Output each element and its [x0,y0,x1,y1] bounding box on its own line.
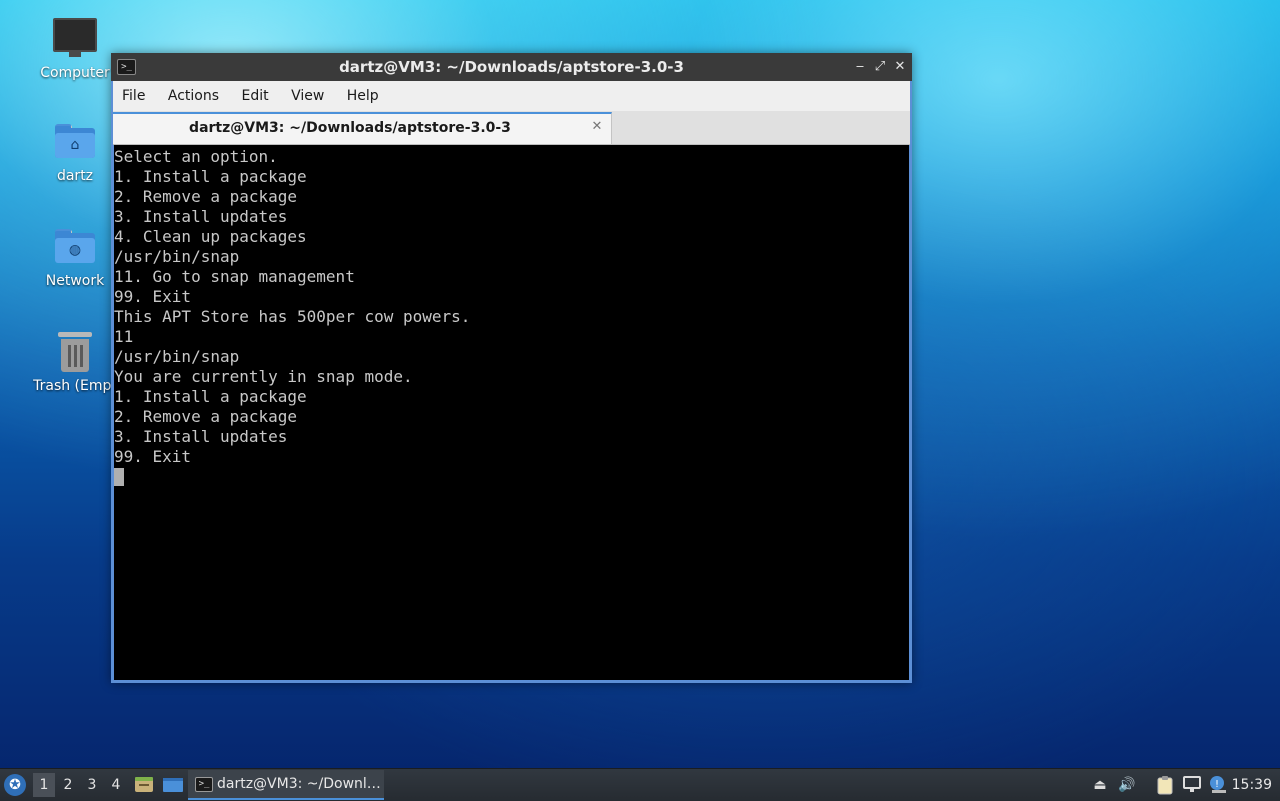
tab-close-icon[interactable]: ✕ [589,119,605,135]
terminal-line: This APT Store has 500per cow powers. [114,307,471,326]
desktop-icon-label: dartz [56,168,94,184]
terminal-window: >_ dartz@VM3: ~/Downloads/aptstore-3.0-3… [111,53,912,683]
minimize-button[interactable]: ‒ [852,59,868,75]
menu-view[interactable]: View [282,81,333,111]
terminal-line: 11. Go to snap management [114,267,355,286]
network-icon[interactable] [1182,775,1202,795]
update-notifier-icon[interactable]: ! [1208,775,1228,795]
desktop-icon-dartz[interactable]: ⌂ dartz [27,124,123,184]
workspace-3[interactable]: 3 [81,773,103,797]
terminal-task-icon: >_ [195,777,213,792]
workspace-4[interactable]: 4 [105,773,127,797]
desktop-icon-label: Trash (Empt [33,378,117,394]
clock[interactable]: 15:39 [1232,769,1272,801]
window-titlebar[interactable]: >_ dartz@VM3: ~/Downloads/aptstore-3.0-3… [111,53,912,81]
lubuntu-logo-icon[interactable]: ✪ [4,774,26,796]
volume-icon[interactable]: 🔊 [1117,775,1137,795]
terminal-line: 1. Install a package [114,167,307,186]
terminal-line: 4. Clean up packages [114,227,307,246]
workspace-1[interactable]: 1 [33,773,55,797]
eject-icon[interactable]: ⏏ [1090,775,1110,795]
terminal-line: 3. Install updates [114,427,288,446]
window-title: dartz@VM3: ~/Downloads/aptstore-3.0-3 [339,58,684,76]
terminal-line: 99. Exit [114,447,192,466]
maximize-button[interactable]: ⤢ [872,59,888,75]
desktop-icon-trash[interactable]: Trash (Empt [27,332,123,394]
menu-edit[interactable]: Edit [232,81,277,111]
file-manager-launcher-icon[interactable] [134,775,154,795]
terminal-tab[interactable]: dartz@VM3: ~/Downloads/aptstore-3.0-3 ✕ [113,112,612,144]
menu-bar: File Actions Edit View Help [113,81,910,111]
terminal-cursor [114,468,124,486]
terminal-line: /usr/bin/snap [114,347,240,366]
svg-text:!: ! [1215,779,1219,790]
terminal-line: 2. Remove a package [114,187,298,206]
taskbar: ✪ 1 2 3 4 >_ dartz@VM3: ~/Downl… ⏏ 🔊 ! 1… [0,768,1280,801]
menu-help[interactable]: Help [338,81,388,111]
terminal-lines: Select an option. 1. Install a package 2. … [114,145,909,486]
terminal-line: 3. Install updates [114,207,288,226]
terminal-line: /usr/bin/snap [114,247,240,266]
close-button[interactable]: ✕ [892,59,908,75]
terminal-line: 11 [114,327,134,346]
taskbar-terminal-button[interactable]: >_ dartz@VM3: ~/Downl… [188,770,384,800]
workspace-2[interactable]: 2 [57,773,79,797]
tab-label: dartz@VM3: ~/Downloads/aptstore-3.0-3 [189,120,511,136]
terminal-line: Select an option. [114,147,278,166]
terminal-line: 2. Remove a package [114,407,298,426]
desktop-icon-label: Computer [40,65,110,81]
network-folder-icon: ◍ [55,229,95,263]
desktop-icon-computer[interactable]: Computer [27,18,123,81]
terminal-line: 99. Exit [114,287,192,306]
tab-bar: dartz@VM3: ~/Downloads/aptstore-3.0-3 ✕ [113,111,910,145]
desktop-icon-network[interactable]: ◍ Network [27,229,123,289]
menu-file[interactable]: File [113,81,154,111]
terminal-output[interactable]: Select an option. 1. Install a package 2. … [114,145,909,680]
menu-actions[interactable]: Actions [159,81,228,111]
computer-icon [53,18,97,57]
terminal-line: You are currently in snap mode. [114,367,413,386]
task-label: dartz@VM3: ~/Downl… [217,776,381,792]
terminal-line: 1. Install a package [114,387,307,406]
desktop-icon-label: Network [45,273,105,289]
show-desktop-icon[interactable] [162,775,183,795]
trash-icon [58,332,92,372]
home-folder-icon: ⌂ [55,124,95,158]
clipboard-icon[interactable] [1155,775,1175,795]
